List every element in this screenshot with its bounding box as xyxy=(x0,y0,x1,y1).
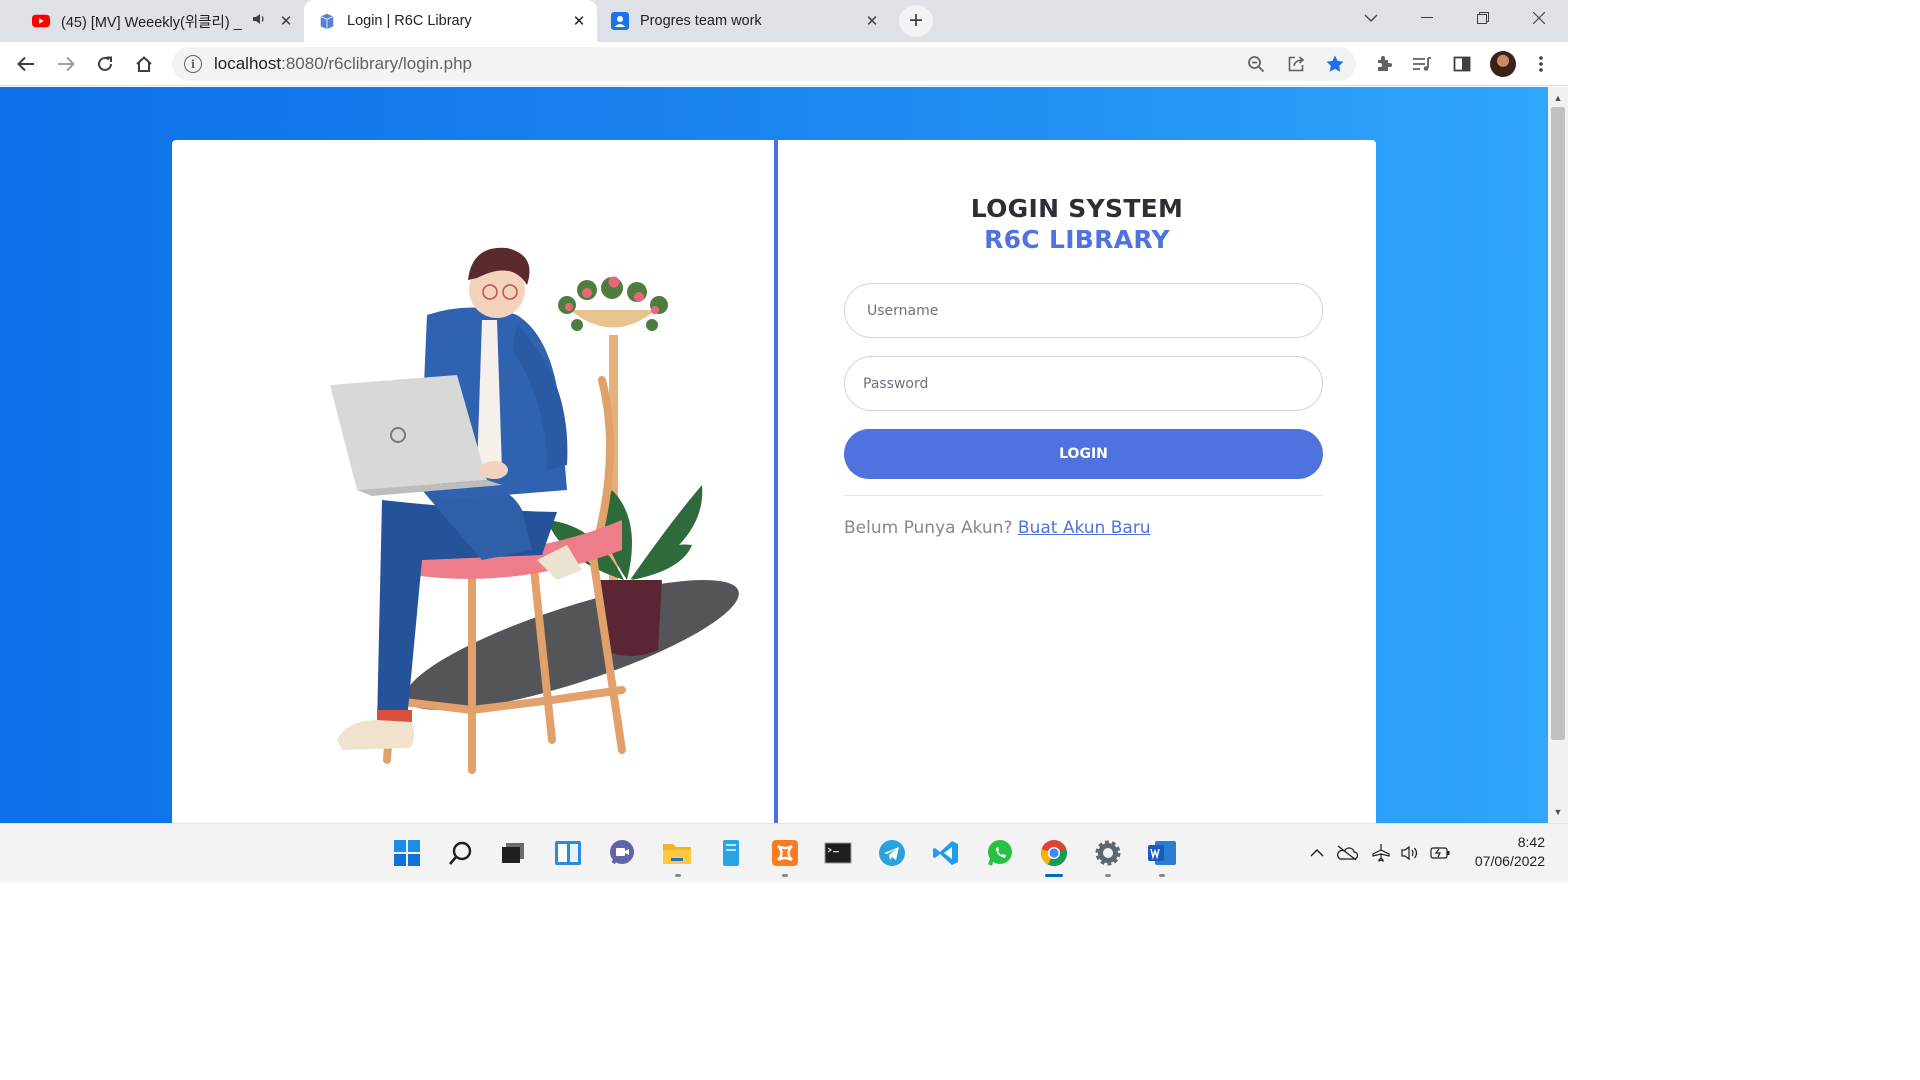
register-link[interactable]: Buat Akun Baru xyxy=(1018,518,1151,538)
volume-icon[interactable] xyxy=(1399,842,1421,864)
active-indicator xyxy=(1045,874,1063,877)
tab-progres[interactable]: Progres team work ✕ xyxy=(597,0,890,42)
password-input[interactable] xyxy=(844,356,1323,411)
running-indicator xyxy=(782,874,788,877)
tray-chevron-icon[interactable] xyxy=(1306,842,1328,864)
form-separator xyxy=(844,495,1323,496)
running-indicator xyxy=(1105,874,1111,877)
airplane-mode-icon[interactable] xyxy=(1370,842,1392,864)
tab-title: (45) [MV] Weeekly(위클리) _ xyxy=(61,14,242,31)
url-text[interactable]: localhost:8080/r6clibrary/login.php xyxy=(214,54,472,74)
side-panel-icon[interactable] xyxy=(1446,48,1478,80)
login-illustration xyxy=(172,140,774,823)
telegram-icon[interactable] xyxy=(877,838,907,868)
widgets-icon[interactable] xyxy=(553,838,583,868)
windows-taskbar: 8:42 07/06/2022 xyxy=(0,823,1568,882)
scroll-up-icon[interactable]: ▲ xyxy=(1548,89,1568,107)
library-title: R6C LIBRARY xyxy=(984,225,1170,254)
bookmark-star-icon[interactable] xyxy=(1323,52,1347,76)
tab-title: Login | R6C Library xyxy=(347,13,472,29)
book-icon xyxy=(318,12,336,30)
close-tab-icon[interactable]: ✕ xyxy=(276,11,296,31)
login-card: LOGIN SYSTEM R6C LIBRARY LOGIN Belum Pun… xyxy=(172,140,1376,823)
clock-time: 8:42 xyxy=(1517,834,1545,850)
register-prompt: Belum Punya Akun? xyxy=(844,518,1018,538)
menu-icon[interactable] xyxy=(1525,48,1557,80)
reload-icon[interactable] xyxy=(89,48,121,80)
new-tab-button[interactable]: + xyxy=(899,5,933,37)
scrollbar-thumb[interactable] xyxy=(1551,107,1565,740)
site-info-icon[interactable]: i xyxy=(184,55,202,73)
tab-search-icon[interactable] xyxy=(1346,0,1396,36)
address-bar[interactable]: i localhost:8080/r6clibrary/login.php xyxy=(172,47,1356,81)
notepad-icon[interactable] xyxy=(716,838,746,868)
url-host: localhost xyxy=(214,54,282,73)
terminal-icon[interactable] xyxy=(823,838,853,868)
tab-login[interactable]: Login | R6C Library ✕ xyxy=(304,0,597,42)
youtube-icon xyxy=(32,12,50,30)
speaker-icon[interactable] xyxy=(252,13,266,29)
vscode-icon[interactable] xyxy=(931,838,961,868)
battery-icon[interactable] xyxy=(1429,842,1451,864)
page-viewport: LOGIN SYSTEM R6C LIBRARY LOGIN Belum Pun… xyxy=(0,87,1548,823)
file-explorer-icon[interactable] xyxy=(662,838,692,868)
task-view-icon[interactable] xyxy=(498,838,528,868)
xampp-icon[interactable] xyxy=(770,838,800,868)
tab-youtube[interactable]: (45) [MV] Weeekly(위클리) _ ✕ xyxy=(8,0,304,42)
contacts-icon xyxy=(611,12,629,30)
url-path: :8080/r6clibrary/login.php xyxy=(281,54,473,73)
running-indicator xyxy=(675,874,681,877)
zoom-icon[interactable] xyxy=(1244,52,1268,76)
close-tab-icon[interactable]: ✕ xyxy=(862,11,882,31)
register-row: Belum Punya Akun? Buat Akun Baru xyxy=(844,518,1151,538)
share-icon[interactable] xyxy=(1284,52,1308,76)
chat-icon[interactable] xyxy=(607,838,637,868)
page-scrollbar[interactable]: ▲ ▼ xyxy=(1548,87,1568,823)
running-indicator xyxy=(1159,874,1165,877)
start-icon[interactable] xyxy=(392,838,422,868)
media-control-icon[interactable] xyxy=(1406,48,1438,80)
forward-icon[interactable] xyxy=(50,48,82,80)
close-tab-icon[interactable]: ✕ xyxy=(569,11,589,31)
system-clock[interactable]: 8:42 07/06/2022 xyxy=(1475,833,1545,871)
settings-icon[interactable] xyxy=(1093,838,1123,868)
login-title: LOGIN SYSTEM xyxy=(970,194,1184,223)
scroll-down-icon[interactable]: ▼ xyxy=(1548,803,1568,821)
back-icon[interactable] xyxy=(10,48,42,80)
extensions-icon[interactable] xyxy=(1368,48,1400,80)
tab-title: Progres team work xyxy=(640,13,762,29)
chrome-icon[interactable] xyxy=(1039,838,1069,868)
username-input[interactable] xyxy=(844,283,1323,338)
close-window-icon[interactable] xyxy=(1514,0,1564,36)
whatsapp-icon[interactable] xyxy=(985,838,1015,868)
tab-strip: (45) [MV] Weeekly(위클리) _ ✕ Login | R6C L… xyxy=(0,0,1568,42)
home-icon[interactable] xyxy=(128,48,160,80)
profile-avatar[interactable] xyxy=(1490,51,1516,77)
restore-icon[interactable] xyxy=(1458,0,1508,36)
browser-toolbar: i localhost:8080/r6clibrary/login.php xyxy=(0,42,1568,86)
clock-date: 07/06/2022 xyxy=(1474,853,1545,869)
login-button[interactable]: LOGIN xyxy=(844,429,1323,479)
word-icon[interactable] xyxy=(1147,838,1177,868)
minimize-icon[interactable] xyxy=(1402,0,1452,36)
onedrive-offline-icon[interactable] xyxy=(1336,842,1358,864)
search-icon[interactable] xyxy=(446,838,476,868)
